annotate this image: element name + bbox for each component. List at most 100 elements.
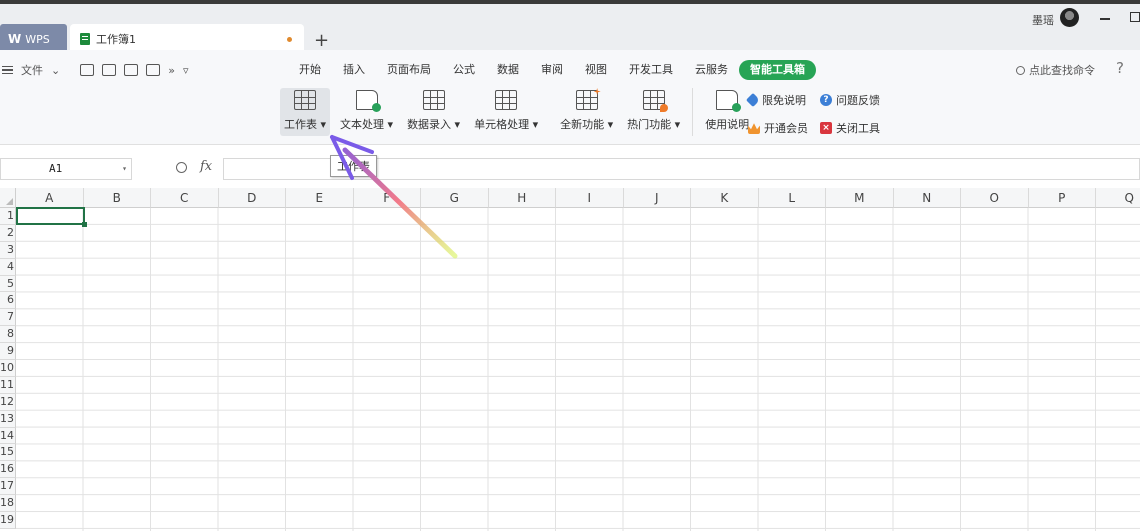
minimize-icon[interactable] — [1100, 18, 1110, 20]
feedback-link[interactable]: ? 问题反馈 — [820, 92, 880, 108]
new-tab-button[interactable]: + — [314, 30, 329, 51]
open-folder-icon[interactable] — [80, 64, 95, 76]
cells-area[interactable] — [16, 208, 1140, 531]
row-header[interactable]: 13 — [0, 410, 16, 428]
tab-data[interactable]: 数据 — [486, 60, 530, 80]
tab-formulas[interactable]: 公式 — [442, 60, 486, 80]
row-header[interactable]: 18 — [0, 495, 16, 513]
row-header[interactable]: 11 — [0, 376, 16, 394]
row-header[interactable]: 6 — [0, 292, 16, 310]
row-header[interactable]: 8 — [0, 326, 16, 344]
row-header[interactable]: 14 — [0, 427, 16, 445]
spreadsheet-grid: ABCDEFGHIJKLMNOPQ 1 2 3 4 5 6 7 8 9 10 11 12 13 14 15 1… — [0, 188, 1140, 531]
file-menu[interactable]: 文件 — [21, 62, 43, 78]
column-header[interactable]: C — [151, 188, 219, 208]
column-header[interactable]: L — [758, 188, 826, 208]
cell-processing-button[interactable]: 单元格处理 ▾ — [470, 88, 542, 136]
column-header[interactable]: D — [218, 188, 286, 208]
row-header[interactable]: 5 — [0, 275, 16, 293]
row-header[interactable]: 1 — [0, 208, 16, 225]
tab-cloud[interactable]: 云服务 — [684, 60, 739, 80]
vip-link[interactable]: 开通会员 — [748, 120, 808, 136]
feedback-label: 问题反馈 — [836, 94, 880, 107]
menu-icon[interactable] — [2, 66, 13, 74]
row-header[interactable]: 3 — [0, 241, 16, 259]
cell-processing-label: 单元格处理 ▾ — [474, 118, 539, 131]
close-icon: × — [820, 122, 832, 134]
tab-view[interactable]: 视图 — [574, 60, 618, 80]
command-search[interactable]: 点此查找命令 — [1016, 62, 1095, 78]
save-icon[interactable] — [102, 64, 117, 76]
tab-smart-toolbox[interactable]: 智能工具箱 — [739, 60, 816, 80]
column-header[interactable]: N — [893, 188, 961, 208]
disclaimer-link[interactable]: 限免说明 — [745, 92, 808, 108]
select-all-button[interactable] — [0, 188, 16, 208]
new-features-button[interactable]: 全新功能 ▾ — [556, 88, 617, 136]
tab-page-layout[interactable]: 页面布局 — [376, 60, 442, 80]
column-header[interactable]: O — [961, 188, 1029, 208]
row-header[interactable]: 10 — [0, 360, 16, 377]
chevron-down-icon[interactable]: ⌄ — [51, 64, 60, 77]
row-header[interactable]: 2 — [0, 224, 16, 242]
disclaimer-label: 限免说明 — [762, 94, 806, 107]
column-header[interactable]: I — [556, 188, 624, 208]
worksheet-button[interactable]: 工作表 ▾ — [280, 88, 331, 136]
column-header[interactable]: G — [421, 188, 489, 208]
column-header[interactable]: J — [623, 188, 691, 208]
hot-features-button[interactable]: 热门功能 ▾ — [623, 88, 684, 136]
quick-access-toolbar: 文件 ⌄ » ▿ — [0, 62, 188, 78]
instructions-icon — [716, 90, 742, 112]
side-links-left: 限免说明 开通会员 — [745, 92, 808, 136]
more-icon[interactable]: » — [168, 64, 175, 77]
wps-tab-label: WPS — [25, 32, 50, 46]
fx-icon[interactable]: fx — [200, 159, 212, 174]
tooltip: 工作表 — [330, 155, 377, 177]
wps-logo-icon: W — [8, 32, 22, 46]
column-header[interactable]: H — [488, 188, 556, 208]
column-header[interactable]: B — [83, 188, 151, 208]
customize-icon[interactable]: ▿ — [183, 64, 189, 77]
row-header[interactable]: 4 — [0, 258, 16, 276]
ribbon: 文件 ⌄ » ▿ 开始 插入 页面布局 公式 数据 审阅 视图 开发工具 云服务… — [0, 50, 1140, 145]
row-header[interactable]: 15 — [0, 444, 16, 462]
chevron-down-icon[interactable]: ▾ — [122, 159, 127, 179]
hot-features-icon — [642, 90, 668, 112]
zoom-icon[interactable] — [176, 162, 187, 173]
tab-home[interactable]: 开始 — [288, 60, 332, 80]
print-icon[interactable] — [124, 64, 139, 76]
column-header[interactable]: A — [16, 188, 84, 208]
tab-review[interactable]: 审阅 — [530, 60, 574, 80]
row-header[interactable]: 16 — [0, 461, 16, 479]
toolbox-groups: 工作表 ▾ 文本处理 ▾ 数据录入 ▾ 单元格处理 ▾ 全新功能 ▾ 热门功能 … — [280, 88, 759, 136]
column-header[interactable]: M — [826, 188, 894, 208]
row-header[interactable]: 7 — [0, 309, 16, 327]
name-box[interactable]: A1 ▾ — [0, 158, 132, 180]
row-header[interactable]: 12 — [0, 393, 16, 411]
crown-icon — [748, 123, 760, 134]
cell-processing-icon — [495, 90, 518, 110]
column-header[interactable]: P — [1028, 188, 1096, 208]
text-processing-button[interactable]: 文本处理 ▾ — [336, 88, 397, 136]
user-name[interactable]: 墨瑶 — [1032, 12, 1054, 28]
tab-insert[interactable]: 插入 — [332, 60, 376, 80]
maximize-icon[interactable] — [1130, 12, 1140, 22]
name-box-value: A1 — [49, 162, 63, 175]
column-header[interactable]: Q — [1096, 188, 1140, 208]
row-header[interactable]: 9 — [0, 343, 16, 361]
active-cell[interactable] — [16, 207, 87, 227]
new-features-icon — [575, 90, 598, 110]
column-header[interactable]: E — [286, 188, 354, 208]
row-header[interactable]: 19 — [0, 512, 16, 529]
text-processing-icon — [355, 90, 381, 112]
instructions-button[interactable]: 使用说明 — [701, 88, 753, 136]
avatar[interactable] — [1060, 8, 1079, 27]
tab-developer[interactable]: 开发工具 — [618, 60, 684, 80]
data-entry-button[interactable]: 数据录入 ▾ — [403, 88, 464, 136]
text-processing-label: 文本处理 ▾ — [340, 118, 394, 131]
help-icon[interactable]: ? — [1116, 59, 1124, 77]
column-header[interactable]: F — [353, 188, 421, 208]
row-header[interactable]: 17 — [0, 478, 16, 496]
print-preview-icon[interactable] — [146, 64, 161, 76]
column-header[interactable]: K — [691, 188, 759, 208]
close-tool-link[interactable]: × 关闭工具 — [820, 120, 880, 136]
